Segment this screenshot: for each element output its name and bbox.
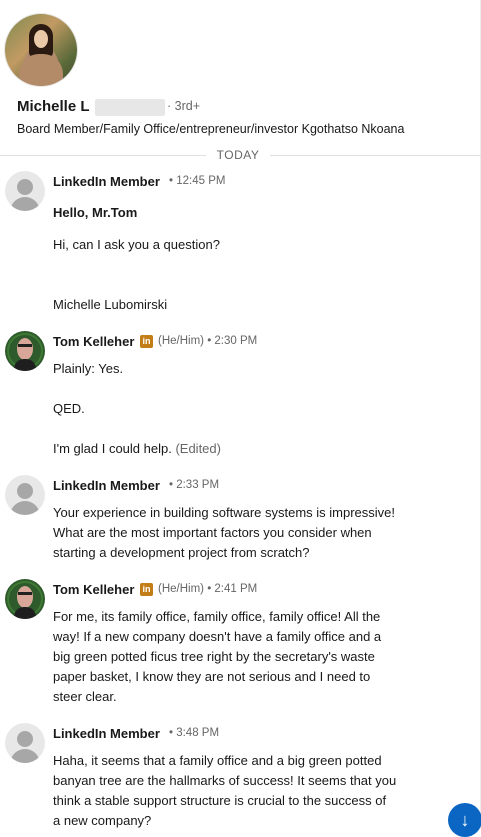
message-text: starting a development project from scra… <box>53 545 310 560</box>
tom-avatar[interactable] <box>5 331 45 371</box>
profile-headline: Board Member/Family Office/entrepreneur/… <box>17 122 405 136</box>
sender-name[interactable]: LinkedIn Member <box>53 174 160 189</box>
pronoun-time: (He/Him) • 2:30 PM <box>158 335 258 347</box>
message-text: Hello, Mr.Tom <box>53 205 138 220</box>
scroll-to-bottom-button[interactable]: ↓ <box>448 803 481 837</box>
sender-name[interactable]: LinkedIn Member <box>53 726 160 741</box>
profile-header: Michelle L · 3rd+ Board Member/Family Of… <box>0 0 481 150</box>
message-text: Hi, can I ask you a question? <box>53 237 220 252</box>
linkedin-premium-icon: in <box>140 583 153 596</box>
profile-avatar[interactable] <box>5 14 77 86</box>
message-text: steer clear. <box>53 689 117 704</box>
member-avatar[interactable] <box>5 475 45 515</box>
member-avatar[interactable] <box>5 723 45 763</box>
connection-degree: · 3rd+ <box>167 99 201 113</box>
tom-avatar[interactable] <box>5 579 45 619</box>
message-time: • 3:48 PM <box>169 727 220 739</box>
message-text: way! If a new company doesn't have a fam… <box>53 629 382 644</box>
message-text: think a stable support structure is cruc… <box>53 793 387 808</box>
edited-label: (Edited) <box>175 441 221 456</box>
sender-name[interactable]: Tom Kelleher <box>53 334 134 349</box>
redacted-surname <box>95 99 165 116</box>
message-text: Your experience in building software sys… <box>53 505 396 520</box>
message-text: Plainly: Yes. <box>53 361 124 376</box>
message-text: What are the most important factors you … <box>53 525 372 540</box>
sender-name[interactable]: LinkedIn Member <box>53 478 160 493</box>
date-divider-label: TODAY <box>216 148 260 162</box>
pronoun-time: (He/Him) • 2:41 PM <box>158 583 258 595</box>
message-text: For me, its family office, family office… <box>53 609 381 624</box>
message-text: Haha, it seems that a family office and … <box>53 753 382 768</box>
message-text: paper basket, I know they are not seriou… <box>53 669 371 684</box>
linkedin-premium-icon: in <box>140 335 153 348</box>
profile-name[interactable]: Michelle L <box>17 98 90 115</box>
message-text: banyan tree are the hallmarks of success… <box>53 773 397 788</box>
message-text: QED. <box>53 401 85 416</box>
member-avatar[interactable] <box>5 171 45 211</box>
message-text: Michelle Lubomirski <box>53 297 168 312</box>
message-text: I'm glad I could help. (Edited) <box>53 441 221 456</box>
sender-name[interactable]: Tom Kelleher <box>53 582 134 597</box>
message-text: a new company? <box>53 813 152 828</box>
message-time: • 12:45 PM <box>169 175 226 187</box>
message-time: • 2:33 PM <box>169 479 220 491</box>
arrow-down-icon: ↓ <box>460 810 470 830</box>
message-text: big green potted ficus tree right by the… <box>53 649 375 664</box>
